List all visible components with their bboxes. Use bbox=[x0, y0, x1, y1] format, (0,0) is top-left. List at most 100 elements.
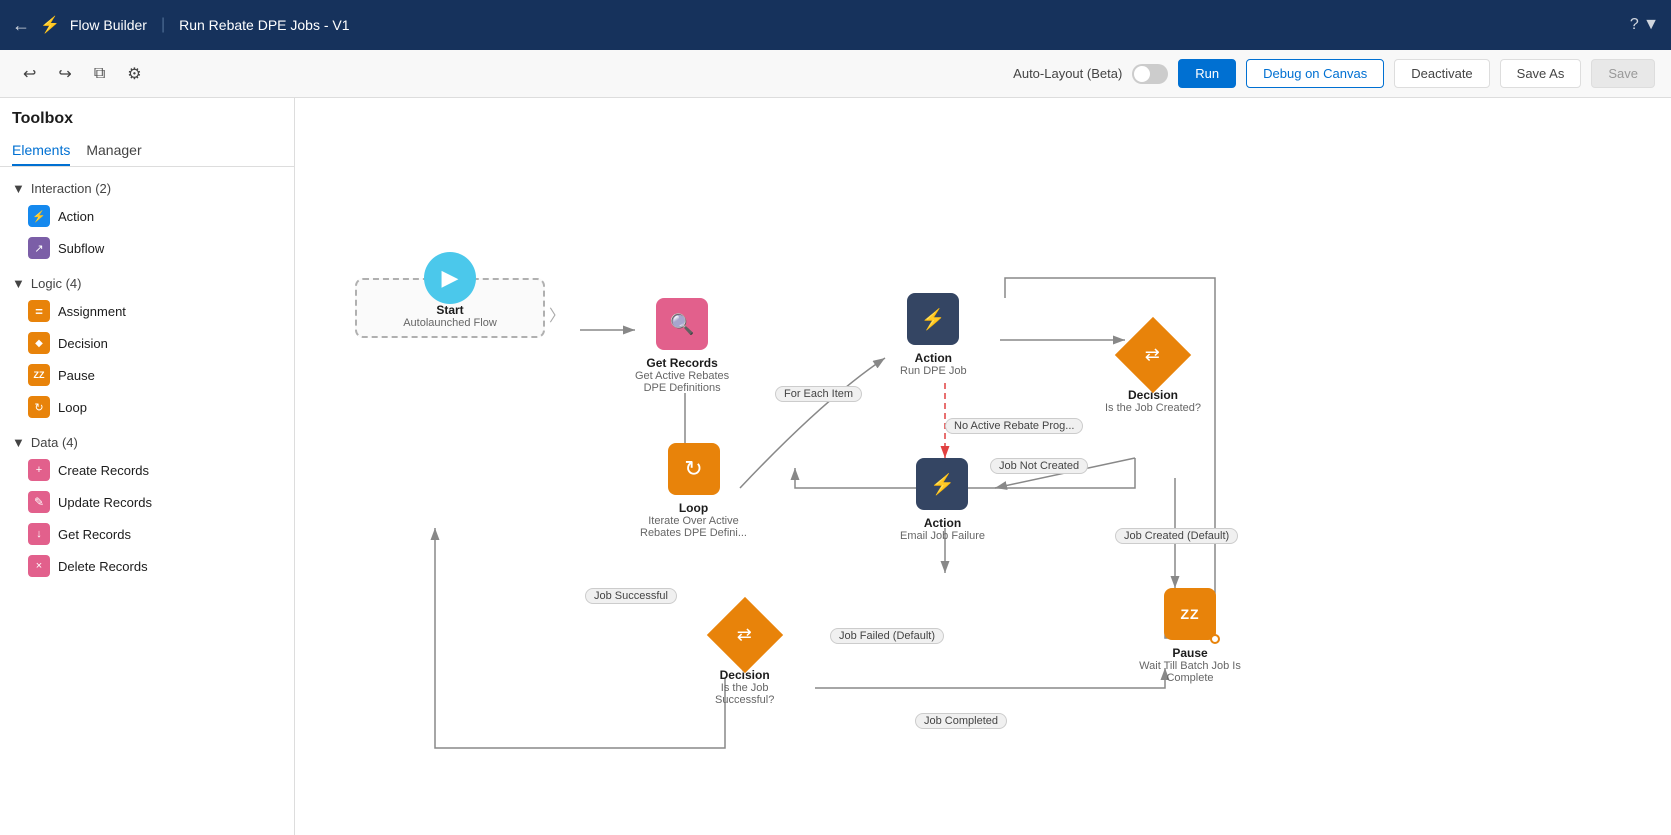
sidebar-tabs: Elements Manager bbox=[0, 136, 294, 167]
action-email-failure-shape: ⚡ bbox=[916, 458, 968, 510]
run-button[interactable]: Run bbox=[1178, 59, 1236, 88]
loop-label: Loop bbox=[58, 400, 87, 415]
section-data: ▼ Data (4) + Create Records ✎ Update Rec… bbox=[0, 431, 294, 590]
decision-label: Decision bbox=[58, 336, 108, 351]
get-records-sublabel: Get Active RebatesDPE Definitions bbox=[635, 370, 729, 394]
conn-label-no-active-rebate: No Active Rebate Prog... bbox=[945, 418, 1083, 434]
delete-records-icon: × bbox=[28, 555, 50, 577]
node-loop[interactable]: ↻ Loop Iterate Over ActiveRebates DPE De… bbox=[640, 443, 747, 539]
top-nav: ← ⚡ Flow Builder | Run Rebate DPE Jobs -… bbox=[0, 0, 1671, 50]
loop-label: Loop bbox=[679, 501, 708, 515]
sidebar-item-create-records[interactable]: + Create Records bbox=[0, 454, 294, 486]
sidebar-item-action[interactable]: ⚡ Action bbox=[0, 200, 294, 232]
help-button[interactable]: ? ▼ bbox=[1630, 16, 1659, 34]
start-label: Start bbox=[436, 303, 463, 317]
canvas[interactable]: ▶ Start Autolaunched Flow 〉 🔍 Get Record… bbox=[295, 98, 1671, 835]
subflow-icon: ↗ bbox=[28, 237, 50, 259]
decision-job-created-shape: ⇄ bbox=[1115, 317, 1191, 393]
loop-sublabel: Iterate Over ActiveRebates DPE Defini... bbox=[640, 515, 747, 539]
section-logic: ▼ Logic (4) = Assignment ◆ Decision ZZ P… bbox=[0, 272, 294, 431]
node-action-email-failure[interactable]: ⚡ Action Email Job Failure bbox=[900, 458, 985, 542]
get-records-label: Get Records bbox=[646, 356, 717, 370]
section-interaction-header[interactable]: ▼ Interaction (2) bbox=[0, 177, 294, 200]
flow-name: Run Rebate DPE Jobs - V1 bbox=[179, 17, 349, 33]
conn-label-job-failed-default: Job Failed (Default) bbox=[830, 628, 944, 644]
start-sublabel: Autolaunched Flow bbox=[403, 317, 497, 329]
toolbox-title: Toolbox bbox=[0, 110, 294, 136]
app-name: Flow Builder bbox=[70, 17, 147, 33]
pause-shape: ZZ bbox=[1164, 588, 1216, 640]
delete-records-label: Delete Records bbox=[58, 559, 148, 574]
sidebar: Toolbox Elements Manager ▼ Interaction (… bbox=[0, 98, 295, 835]
undo-button[interactable]: ↩ bbox=[16, 59, 43, 89]
decision-job-successful-shape: ⇄ bbox=[706, 597, 782, 673]
get-records-label: Get Records bbox=[58, 527, 131, 542]
decision-job-created-sublabel: Is the Job Created? bbox=[1105, 402, 1201, 414]
sidebar-item-delete-records[interactable]: × Delete Records bbox=[0, 550, 294, 582]
get-records-icon: ↓ bbox=[28, 523, 50, 545]
assignment-icon: = bbox=[28, 300, 50, 322]
sidebar-item-loop[interactable]: ↻ Loop bbox=[0, 391, 294, 423]
section-data-header[interactable]: ▼ Data (4) bbox=[0, 431, 294, 454]
action-email-failure-sublabel: Email Job Failure bbox=[900, 530, 985, 542]
create-records-icon: + bbox=[28, 459, 50, 481]
toolbar-right: Auto-Layout (Beta) Run Debug on Canvas D… bbox=[1013, 59, 1655, 88]
node-decision-job-created[interactable]: ⇄ Decision Is the Job Created? bbox=[1105, 328, 1201, 414]
main-area: Toolbox Elements Manager ▼ Interaction (… bbox=[0, 98, 1671, 835]
canvas-inner: ▶ Start Autolaunched Flow 〉 🔍 Get Record… bbox=[295, 98, 1671, 835]
toolbar: ↩ ↪ ⧉ ⚙ Auto-Layout (Beta) Run Debug on … bbox=[0, 50, 1671, 98]
conn-label-job-created-default: Job Created (Default) bbox=[1115, 528, 1238, 544]
node-start[interactable]: ▶ Start Autolaunched Flow 〉 bbox=[355, 278, 545, 338]
chevron-down-icon-data: ▼ bbox=[12, 435, 25, 450]
update-records-label: Update Records bbox=[58, 495, 152, 510]
tab-elements[interactable]: Elements bbox=[12, 136, 70, 166]
pause-sublabel: Wait Till Batch Job Is Complete bbox=[1130, 660, 1250, 684]
action-label: Action bbox=[58, 209, 94, 224]
loop-icon: ↻ bbox=[28, 396, 50, 418]
assignment-label: Assignment bbox=[58, 304, 126, 319]
settings-button[interactable]: ⚙ bbox=[120, 59, 148, 89]
pause-icon: ZZ bbox=[28, 364, 50, 386]
copy-button[interactable]: ⧉ bbox=[87, 60, 112, 88]
conn-label-job-not-created: Job Not Created bbox=[990, 458, 1088, 474]
sidebar-item-assignment[interactable]: = Assignment bbox=[0, 295, 294, 327]
sidebar-item-get-records[interactable]: ↓ Get Records bbox=[0, 518, 294, 550]
deactivate-button[interactable]: Deactivate bbox=[1394, 59, 1489, 88]
update-records-icon: ✎ bbox=[28, 491, 50, 513]
start-cursor-indicator: 〉 bbox=[549, 302, 565, 326]
save-button[interactable]: Save bbox=[1591, 59, 1655, 88]
chevron-down-icon: ▼ bbox=[12, 181, 25, 196]
loop-shape: ↻ bbox=[668, 443, 720, 495]
pause-label: Pause bbox=[1172, 646, 1207, 660]
create-records-label: Create Records bbox=[58, 463, 149, 478]
start-circle: ▶ bbox=[424, 252, 476, 304]
action-email-failure-label: Action bbox=[924, 516, 961, 530]
redo-button[interactable]: ↪ bbox=[51, 59, 78, 89]
pause-label: Pause bbox=[58, 368, 95, 383]
auto-layout-toggle[interactable] bbox=[1132, 64, 1168, 84]
action-icon: ⚡ bbox=[28, 205, 50, 227]
app-icon: ⚡ bbox=[40, 15, 60, 35]
sidebar-item-subflow[interactable]: ↗ Subflow bbox=[0, 232, 294, 264]
save-as-button[interactable]: Save As bbox=[1500, 59, 1582, 88]
node-get-records[interactable]: 🔍 Get Records Get Active RebatesDPE Defi… bbox=[635, 298, 729, 394]
node-decision-job-successful[interactable]: ⇄ Decision Is the JobSuccessful? bbox=[715, 608, 774, 706]
section-logic-header[interactable]: ▼ Logic (4) bbox=[0, 272, 294, 295]
sidebar-item-pause[interactable]: ZZ Pause bbox=[0, 359, 294, 391]
section-interaction: ▼ Interaction (2) ⚡ Action ↗ Subflow bbox=[0, 177, 294, 272]
sidebar-item-update-records[interactable]: ✎ Update Records bbox=[0, 486, 294, 518]
get-records-shape: 🔍 bbox=[656, 298, 708, 350]
action-run-dpe-label: Action bbox=[915, 351, 952, 365]
debug-button[interactable]: Debug on Canvas bbox=[1246, 59, 1384, 88]
chevron-down-icon-logic: ▼ bbox=[12, 276, 25, 291]
node-pause[interactable]: ZZ Pause Wait Till Batch Job Is Complete bbox=[1130, 588, 1250, 684]
back-button[interactable]: ← bbox=[12, 15, 30, 36]
decision-job-successful-sublabel: Is the JobSuccessful? bbox=[715, 682, 774, 706]
decision-icon: ◆ bbox=[28, 332, 50, 354]
action-run-dpe-shape: ⚡ bbox=[907, 293, 959, 345]
sidebar-item-decision[interactable]: ◆ Decision bbox=[0, 327, 294, 359]
node-action-run-dpe[interactable]: ⚡ Action Run DPE Job bbox=[900, 293, 967, 377]
conn-label-job-completed: Job Completed bbox=[915, 713, 1007, 729]
action-run-dpe-sublabel: Run DPE Job bbox=[900, 365, 967, 377]
tab-manager[interactable]: Manager bbox=[86, 136, 141, 166]
